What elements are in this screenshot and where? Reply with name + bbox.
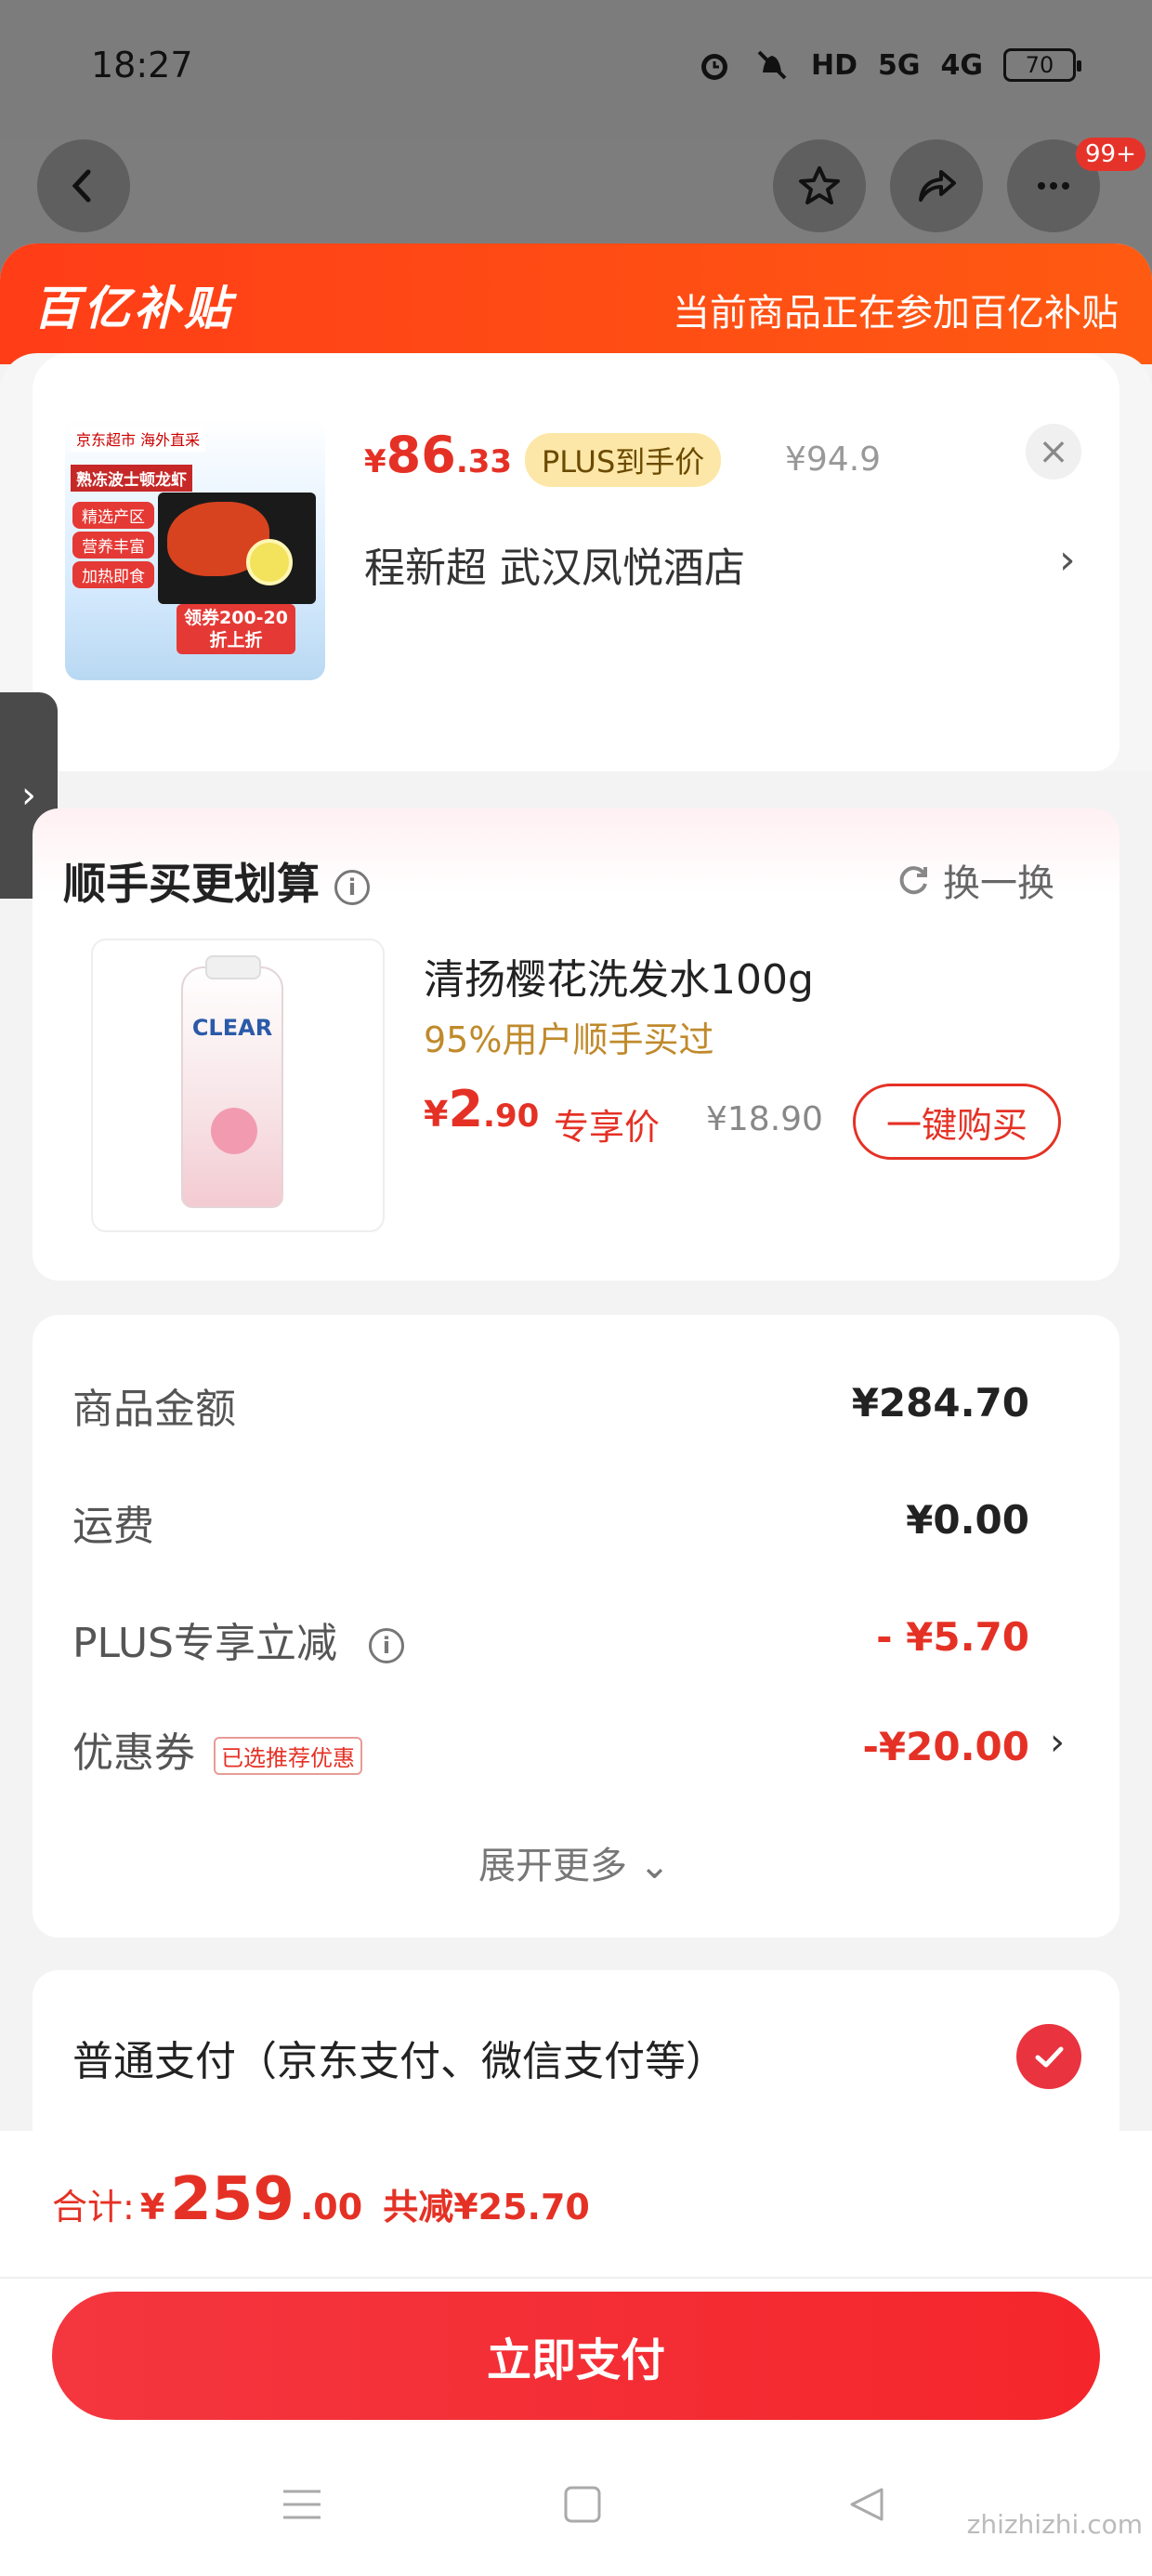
plus-discount-value: - ¥5.70 [876, 1614, 1029, 1660]
subsidy-banner: 百亿补贴 当前商品正在参加百亿补贴 [0, 243, 1152, 364]
chevron-right-icon: › [21, 774, 36, 817]
home-nav-button[interactable] [550, 2472, 615, 2537]
swap-label: 换一换 [943, 862, 1054, 905]
chevron-right-icon[interactable]: › [1050, 1721, 1065, 1764]
expand-more-button[interactable]: 展开更多 ⌄ [478, 1835, 670, 1889]
alarm-icon [700, 54, 727, 80]
subsidy-logo: 百亿补贴 [33, 282, 234, 335]
upsell-product-image[interactable]: CLEAR [91, 939, 385, 1232]
coupon-value[interactable]: -¥20.00 [862, 1724, 1029, 1769]
payment-method-label[interactable]: 普通支付（京东支付、微信支付等） [72, 2028, 727, 2087]
subsidy-text: 当前商品正在参加百亿补贴 [673, 292, 1119, 335]
swap-button[interactable]: 换一换 [895, 853, 1054, 907]
shipping-label: 运费 [72, 1503, 154, 1550]
back-button[interactable] [37, 139, 130, 232]
more-dots-icon [1038, 182, 1069, 190]
product-image-tag: 京东超市 海外直采 [71, 426, 206, 452]
product-price: ¥86.33 [364, 426, 512, 484]
mute-bell-icon [757, 50, 787, 80]
close-button[interactable]: × [1026, 424, 1081, 480]
flower-shape [211, 1108, 257, 1154]
exclusive-price-label: 专享价 [554, 1107, 661, 1148]
total-currency: ¥ [139, 2187, 165, 2228]
upsell-original-price: ¥18.90 [706, 1100, 823, 1138]
lemon-shape [246, 539, 293, 585]
price-decimal: .33 [455, 443, 513, 480]
status-icons: HD 5G 4G 70 [696, 46, 1081, 84]
plus-discount-label: PLUS专享立减 i [72, 1610, 404, 1669]
info-icon[interactable]: i [334, 869, 371, 905]
total-decimal: .00 [299, 2187, 363, 2228]
expand-more-label: 展开更多 [478, 1845, 627, 1887]
5g-signal-icon: 5G [878, 48, 921, 82]
upsell-title-text: 顺手买更划算 [63, 859, 320, 909]
plus-discount-text: PLUS专享立减 [72, 1620, 337, 1667]
shampoo-bottle-shape: CLEAR [181, 955, 283, 1208]
info-icon[interactable]: i [369, 1628, 404, 1663]
refresh-icon [899, 866, 927, 895]
upsell-product-name[interactable]: 清扬樱花洗发水100g [424, 946, 814, 1005]
one-click-buy-button[interactable]: 一键购买 [853, 1084, 1061, 1160]
upsell-title: 顺手买更划算 i [63, 850, 371, 912]
goods-amount-label: 商品金额 [72, 1386, 236, 1433]
battery-icon: 70 [1003, 48, 1081, 82]
favorite-button[interactable] [773, 139, 866, 232]
menu-icon [283, 2490, 321, 2519]
checkmark-icon [1035, 2046, 1064, 2068]
selected-check-icon[interactable] [1016, 2024, 1081, 2089]
total-line: 合计: ¥259.00 共减¥25.70 [52, 2165, 590, 2234]
upsell-price-integer: 2 [448, 1080, 484, 1138]
original-price: ¥94.9 [785, 440, 882, 479]
goods-amount-value: ¥284.70 [851, 1380, 1029, 1426]
coupon-row[interactable]: 优惠券 已选推荐优惠 [72, 1719, 362, 1779]
store-name[interactable]: 程新超 武汉凤悦酒店 [364, 534, 745, 594]
image-coupon: 领券200-20 折上折 [177, 604, 295, 654]
menu-nav-button[interactable] [269, 2472, 334, 2537]
total-integer: 259 [170, 2165, 295, 2234]
share-button[interactable] [890, 139, 983, 232]
shipping-value: ¥0.00 [906, 1497, 1029, 1543]
upsell-price-decimal: .90 [483, 1097, 540, 1135]
share-icon [919, 170, 956, 202]
coupon-label: 优惠券 [72, 1729, 195, 1777]
watermark: zhizhizhi.com [966, 2509, 1143, 2540]
product-image[interactable]: 京东超市 海外直采 熟冻波士顿龙虾 精选产区 营养丰富 加热即食 领券200-2… [65, 418, 325, 680]
product-image-headline: 熟冻波士顿龙虾 [71, 465, 192, 492]
chevron-right-icon[interactable]: › [1059, 536, 1076, 584]
back-triangle-icon [850, 2488, 884, 2521]
back-nav-button[interactable] [834, 2472, 899, 2537]
status-bar: 18:27 HD 5G 4G 70 [0, 0, 1152, 139]
upsell-price: ¥2.90 [424, 1080, 539, 1138]
total-label: 合计: [52, 2187, 135, 2228]
upsell-social-proof: 95%用户顺手买过 [424, 1019, 714, 1060]
image-coupon-line2: 折上折 [209, 630, 263, 651]
plus-price-badge: PLUS到手价 [525, 433, 722, 487]
image-pill-2: 营养丰富 [72, 532, 154, 559]
bottle-cap [205, 955, 261, 979]
pay-now-button[interactable]: 立即支付 [52, 2292, 1100, 2420]
bottle-brand: CLEAR [191, 1015, 273, 1041]
back-arrow-icon [72, 169, 91, 203]
image-pill-1: 精选产区 [72, 502, 154, 529]
star-icon [799, 166, 840, 204]
status-time: 18:27 [91, 45, 193, 85]
home-square-icon [564, 2486, 601, 2523]
image-coupon-line1: 领券200-20 [184, 608, 288, 628]
upsell-price-currency: ¥ [424, 1094, 449, 1135]
price-currency: ¥ [364, 443, 386, 480]
price-integer: 86 [386, 426, 456, 484]
4g-signal-icon: 4G [940, 48, 984, 82]
chevron-down-icon: ⌄ [638, 1845, 671, 1887]
close-icon: × [1038, 430, 1069, 473]
total-saved: 共减¥25.70 [383, 2187, 590, 2228]
image-pill-3: 加热即食 [72, 561, 154, 588]
hd-icon: HD [810, 48, 857, 82]
divider [0, 2277, 1152, 2279]
recommended-coupon-tag: 已选推荐优惠 [214, 1736, 362, 1775]
message-badge: 99+ [1076, 138, 1145, 171]
